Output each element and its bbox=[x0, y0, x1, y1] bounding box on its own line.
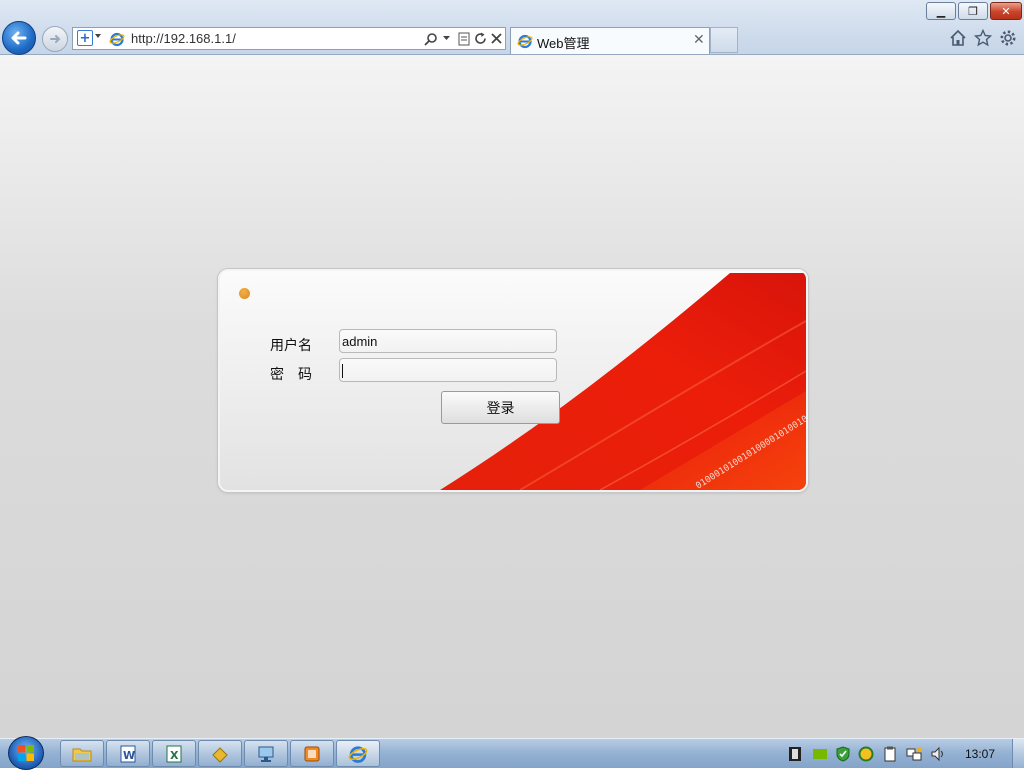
search-icon[interactable] bbox=[423, 30, 439, 47]
address-url[interactable]: http://192.168.1.1/ bbox=[131, 31, 236, 46]
clipboard-icon[interactable] bbox=[882, 746, 898, 762]
username-input[interactable]: admin bbox=[339, 329, 557, 353]
media-app-icon bbox=[304, 746, 320, 761]
folder-app-icon bbox=[212, 746, 228, 763]
word-icon: W bbox=[120, 745, 136, 762]
page-content: 0100010100101000010100101001010101011 用户… bbox=[0, 55, 1024, 738]
refresh-icon[interactable] bbox=[473, 30, 487, 47]
taskbar-folder-app[interactable] bbox=[198, 740, 242, 767]
compatibility-view-icon[interactable] bbox=[457, 30, 471, 47]
status-dot-icon bbox=[239, 288, 250, 299]
back-button[interactable] bbox=[2, 21, 36, 55]
forward-arrow-icon bbox=[50, 35, 61, 43]
back-arrow-icon bbox=[11, 31, 27, 45]
home-icon[interactable] bbox=[948, 28, 968, 48]
text-caret bbox=[342, 364, 343, 378]
forward-button[interactable] bbox=[42, 26, 68, 52]
address-bar[interactable]: + http://192.168.1.1/ bbox=[72, 27, 506, 50]
password-input[interactable] bbox=[339, 358, 557, 382]
volume-icon[interactable] bbox=[930, 746, 946, 762]
film-icon[interactable] bbox=[787, 746, 803, 762]
taskbar-remote-desktop[interactable] bbox=[244, 740, 288, 767]
start-button[interactable] bbox=[8, 736, 44, 770]
username-label: 用户名 bbox=[270, 338, 312, 354]
taskbar-internet-explorer[interactable] bbox=[336, 740, 380, 767]
tab-title: Web管理 bbox=[537, 36, 590, 51]
shield-icon[interactable] bbox=[835, 746, 851, 762]
login-button[interactable]: 登录 bbox=[441, 391, 560, 424]
stop-icon[interactable] bbox=[489, 30, 503, 47]
taskbar-file-explorer[interactable] bbox=[60, 740, 104, 767]
tab-web-admin[interactable]: Web管理 ✕ bbox=[510, 27, 710, 54]
clock[interactable]: 13:07 bbox=[965, 747, 995, 761]
internet-explorer-icon bbox=[348, 745, 368, 763]
taskbar-excel[interactable]: X bbox=[152, 740, 196, 767]
windows-logo-icon bbox=[18, 745, 34, 761]
file-explorer-icon bbox=[72, 748, 92, 761]
new-tab-button[interactable] bbox=[710, 27, 738, 53]
network-icon[interactable] bbox=[906, 746, 922, 762]
favorites-icon[interactable] bbox=[973, 28, 993, 48]
minimize-button[interactable]: ▁ bbox=[926, 2, 956, 20]
compatibility-icon[interactable]: + bbox=[77, 30, 93, 46]
browser-chrome: ▁ ❐ ✕ + http://192.168.1.1/ Web管理 ✕ bbox=[0, 0, 1024, 55]
chevron-down-icon[interactable] bbox=[95, 34, 101, 38]
remote-desktop-icon bbox=[258, 746, 274, 762]
show-desktop-button[interactable] bbox=[1012, 739, 1024, 768]
excel-icon: X bbox=[166, 745, 182, 762]
username-value: admin bbox=[342, 334, 378, 349]
login-panel: 0100010100101000010100101001010101011 用户… bbox=[218, 269, 808, 492]
taskbar: W X 13:07 bbox=[0, 736, 1024, 770]
close-tab-icon[interactable]: ✕ bbox=[693, 32, 705, 48]
svg-text:W: W bbox=[123, 749, 135, 762]
svg-text:X: X bbox=[170, 749, 179, 762]
taskbar-word[interactable]: W bbox=[106, 740, 150, 767]
nvidia-icon[interactable] bbox=[812, 746, 828, 762]
ie-page-icon bbox=[517, 34, 533, 49]
password-label: 密 码 bbox=[270, 367, 312, 383]
ie-page-icon bbox=[109, 32, 125, 47]
security-app-icon[interactable] bbox=[858, 746, 874, 762]
close-window-button[interactable]: ✕ bbox=[990, 2, 1022, 20]
taskbar-media-app[interactable] bbox=[290, 740, 334, 767]
gear-icon[interactable] bbox=[998, 28, 1018, 48]
chevron-down-icon[interactable] bbox=[441, 30, 451, 47]
restore-button[interactable]: ❐ bbox=[958, 2, 988, 20]
